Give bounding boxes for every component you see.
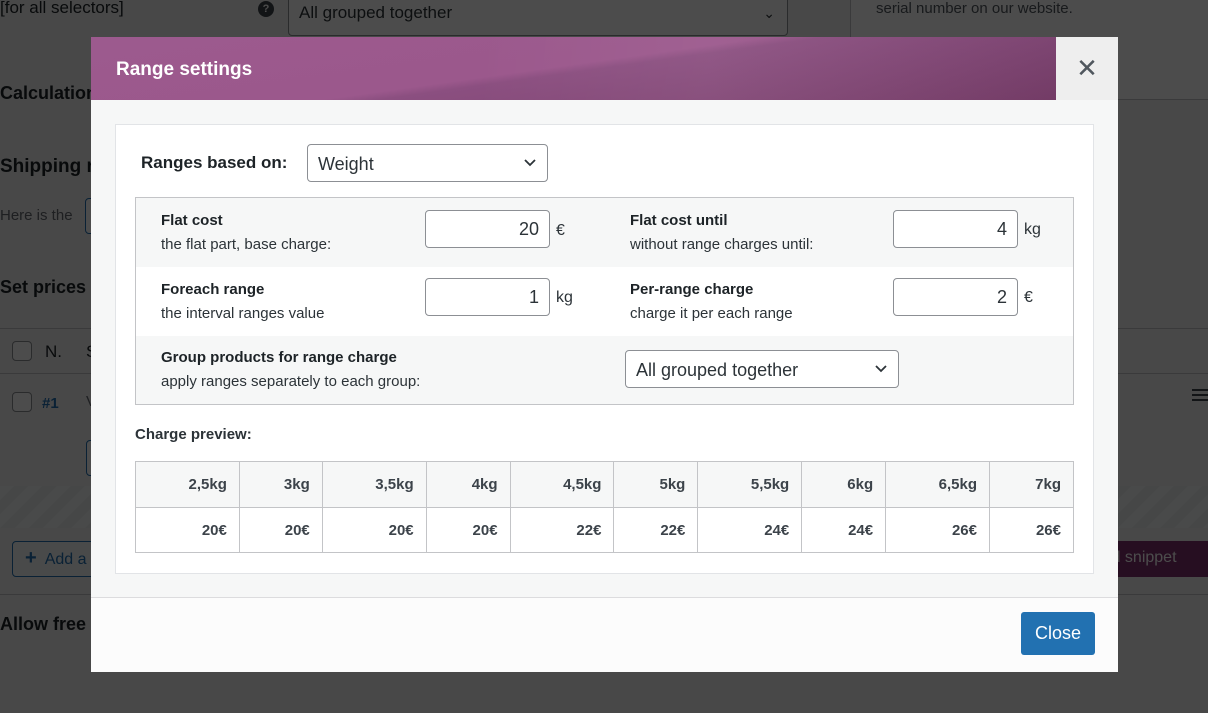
charge-preview-label: Charge preview: [135, 426, 252, 443]
group-products-description: apply ranges separately to each group: [161, 373, 421, 390]
preview-charge-cell: 20€ [425, 507, 511, 553]
preview-weight-cell: 3kg [238, 461, 323, 508]
preview-charge-cell: 20€ [238, 507, 323, 553]
range-settings-modal: Range settings ✕ Ranges based on: Weight… [91, 37, 1118, 672]
flat-cost-until-description: without range charges until: [630, 236, 814, 253]
ranges-based-on-label: Ranges based on: [141, 153, 288, 172]
ranges-based-on-select[interactable]: Weight [307, 144, 548, 182]
foreach-range-unit: kg [556, 289, 573, 306]
preview-charge-cell: 26€ [885, 507, 990, 553]
per-range-charge-input[interactable] [893, 278, 1018, 316]
foreach-range-label: Foreach range the interval ranges value [161, 278, 324, 326]
close-x-icon[interactable]: ✕ [1056, 37, 1118, 100]
preview-charge-cell: 24€ [697, 507, 803, 553]
modal-footer: Close [91, 599, 1118, 672]
settings-row: Group products for range charge apply ra… [136, 336, 1073, 404]
per-range-charge-description: charge it per each range [630, 305, 793, 322]
foreach-range-description: the interval ranges value [161, 305, 325, 322]
preview-weight-cell: 7kg [989, 461, 1074, 508]
settings-row: Foreach range the interval ranges value … [136, 267, 1073, 336]
per-range-charge-unit: € [1024, 289, 1033, 306]
foreach-range-input[interactable] [425, 278, 550, 316]
preview-charge-cell: 26€ [989, 507, 1074, 553]
preview-charge-cell: 22€ [613, 507, 699, 553]
preview-charge-cell: 20€ [135, 507, 240, 553]
per-range-charge-title: Per-range charge [630, 281, 754, 298]
flat-cost-unit: € [556, 222, 565, 239]
flat-cost-input[interactable] [425, 210, 550, 248]
group-products-select[interactable]: All grouped together [625, 350, 899, 388]
chevron-down-icon [524, 159, 536, 167]
foreach-range-title: Foreach range [161, 281, 265, 298]
flat-cost-until-title: Flat cost until [630, 212, 728, 229]
preview-weight-cell: 6kg [801, 461, 887, 508]
preview-weights-row: 2,5kg 3kg 3,5kg 4kg 4,5kg 5kg 5,5kg 6kg … [135, 461, 1074, 508]
ranges-based-on-value: Weight [318, 154, 374, 174]
close-button[interactable]: Close [1021, 612, 1095, 655]
preview-weight-cell: 5,5kg [697, 461, 803, 508]
group-products-label: Group products for range charge apply ra… [161, 346, 420, 394]
modal-title: Range settings [116, 59, 253, 80]
flat-cost-until-input[interactable] [893, 210, 1018, 248]
preview-weight-cell: 4,5kg [509, 461, 615, 508]
group-products-title: Group products for range charge [161, 349, 397, 366]
preview-charge-cell: 20€ [321, 507, 427, 553]
range-settings-grid: Flat cost the flat part, base charge: € … [135, 197, 1074, 405]
flat-cost-description: the flat part, base charge: [161, 236, 332, 253]
flat-cost-label: Flat cost the flat part, base charge: [161, 209, 331, 257]
group-products-value: All grouped together [636, 360, 799, 380]
flat-cost-title: Flat cost [161, 212, 223, 229]
preview-weight-cell: 2,5kg [135, 461, 240, 508]
preview-weight-cell: 5kg [613, 461, 699, 508]
preview-charges-row: 20€ 20€ 20€ 20€ 22€ 22€ 24€ 24€ 26€ 26€ [135, 507, 1074, 553]
charge-preview-table: 2,5kg 3kg 3,5kg 4kg 4,5kg 5kg 5,5kg 6kg … [135, 461, 1074, 553]
modal-header: Range settings [91, 37, 1056, 100]
preview-weight-cell: 3,5kg [321, 461, 427, 508]
preview-charge-cell: 24€ [801, 507, 887, 553]
preview-charge-cell: 22€ [509, 507, 615, 553]
flat-cost-until-unit: kg [1024, 221, 1041, 238]
flat-cost-until-label: Flat cost until without range charges un… [630, 209, 813, 257]
chevron-down-icon [875, 365, 887, 373]
modal-body: Ranges based on: Weight Flat cost the fl… [91, 100, 1118, 598]
ranges-based-on-row: Ranges based on: Weight [141, 144, 548, 182]
settings-row: Flat cost the flat part, base charge: € … [136, 198, 1073, 267]
settings-card: Ranges based on: Weight Flat cost the fl… [115, 124, 1094, 574]
preview-weight-cell: 6,5kg [885, 461, 990, 508]
preview-weight-cell: 4kg [425, 461, 511, 508]
per-range-charge-label: Per-range charge charge it per each rang… [630, 278, 793, 326]
